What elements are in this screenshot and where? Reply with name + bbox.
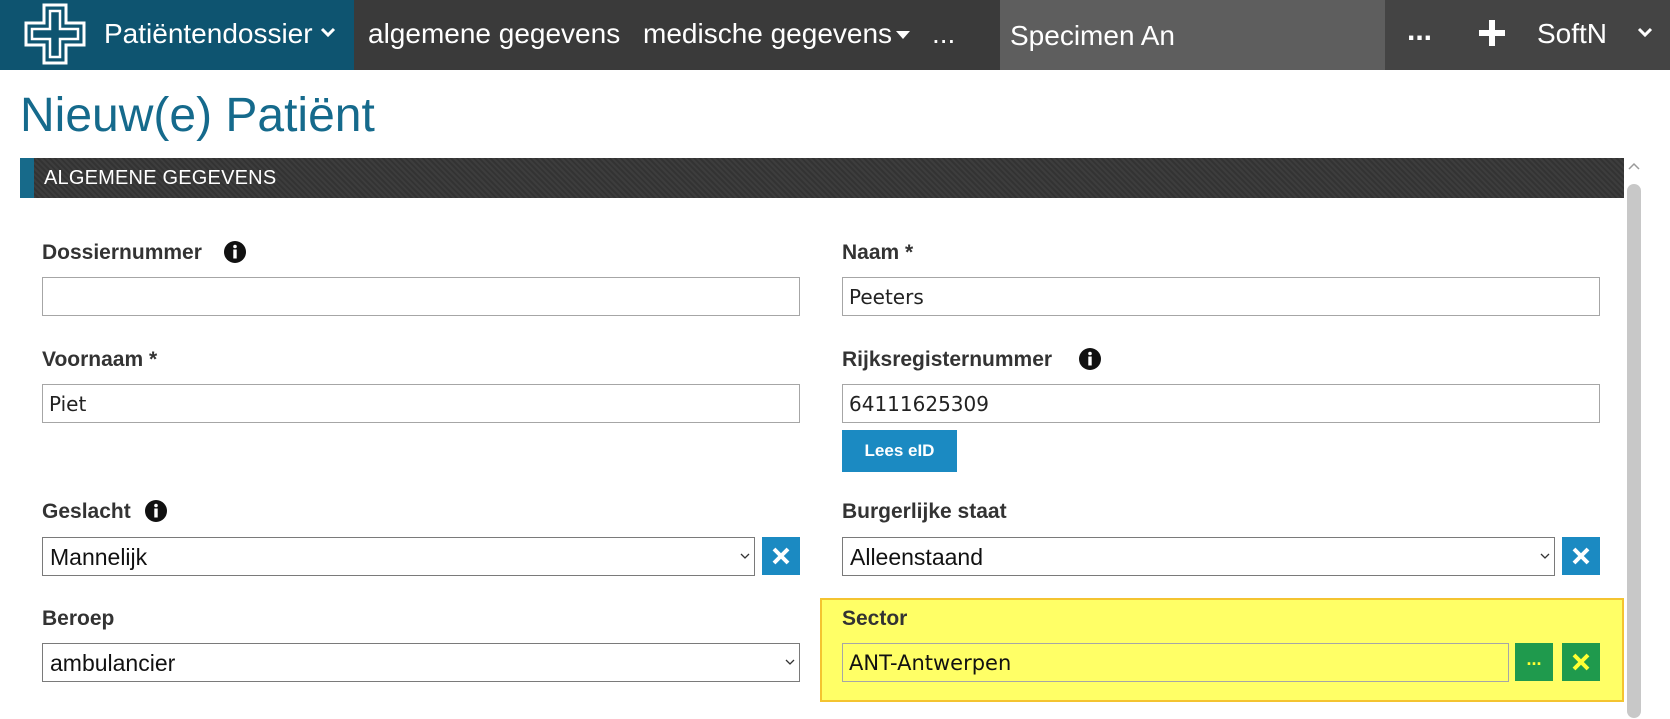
page-title: Nieuw(e) Patiënt [20,89,375,142]
medical-cross-logo-icon [24,3,86,65]
section-header[interactable]: ALGEMENE GEGEVENS [20,158,1624,198]
naam-label: Naam * [842,241,914,264]
scroll-up-arrow-icon[interactable] [1628,162,1640,170]
naam-input[interactable] [842,277,1600,316]
more-menu-button[interactable]: ... [1407,14,1432,48]
user-menu[interactable]: SoftN [1537,18,1607,50]
plus-icon[interactable] [1477,18,1507,48]
voornaam-label: Voornaam * [42,348,158,371]
lees-eid-button[interactable]: Lees eID [842,430,957,472]
beroep-selected-value: ambulancier [50,650,176,676]
clear-sector-button[interactable] [1562,643,1600,681]
chevron-down-icon [740,553,750,559]
nav-link-more[interactable]: ... [932,18,955,50]
close-icon [772,547,790,565]
beroep-select[interactable]: ambulancier [42,643,800,682]
caret-down-icon[interactable] [895,30,911,40]
clear-geslacht-button[interactable] [762,537,800,575]
voornaam-input[interactable] [42,384,800,423]
geslacht-label: Geslacht [42,500,131,523]
beroep-label: Beroep [42,607,115,630]
user-area: ... SoftN [1385,0,1670,70]
close-icon [1572,653,1590,671]
burgerlijke-staat-label: Burgerlijke staat [842,500,1007,523]
sector-browse-button[interactable]: ... [1515,643,1553,681]
sector-label: Sector [842,607,908,630]
clear-burgerlijke-staat-button[interactable] [1562,537,1600,575]
chevron-down-icon [785,659,795,665]
brand-label: Patiëntendossier [104,18,313,49]
chevron-down-icon [320,27,336,38]
close-icon [1572,547,1590,565]
scrollbar-thumb[interactable] [1627,184,1641,718]
patient-name: Specimen An [1010,20,1175,51]
geslacht-select[interactable]: Mannelijk [42,537,755,576]
burgerlijke-staat-select[interactable]: Alleenstaand [842,537,1555,576]
burgerlijke-staat-selected-value: Alleenstaand [850,544,983,570]
dossiernummer-label: Dossiernummer [42,241,202,264]
chevron-down-icon [1540,553,1550,559]
current-patient[interactable]: Specimen An [1000,0,1385,70]
sector-input[interactable] [842,643,1509,682]
info-icon[interactable] [144,499,168,523]
ellipsis-icon: ... [1526,648,1542,669]
scrollbar[interactable] [1624,158,1644,718]
geslacht-selected-value: Mannelijk [50,544,148,570]
nav-link-algemene-gegevens[interactable]: algemene gegevens [368,18,620,50]
info-icon[interactable] [223,240,247,264]
rijksregisternummer-label: Rijksregisternummer [842,348,1053,371]
info-icon[interactable] [1078,347,1102,371]
nav-link-medische-gegevens[interactable]: medische gegevens [643,18,892,50]
top-navigation-bar: Patiëntendossier algemene gegevens medis… [0,0,1670,70]
dossiernummer-input[interactable] [42,277,800,316]
brand-menu[interactable]: Patiëntendossier [0,0,354,70]
chevron-down-icon[interactable] [1637,26,1653,38]
rijksregisternummer-input[interactable] [842,384,1600,423]
section-title: ALGEMENE GEGEVENS [44,167,277,189]
